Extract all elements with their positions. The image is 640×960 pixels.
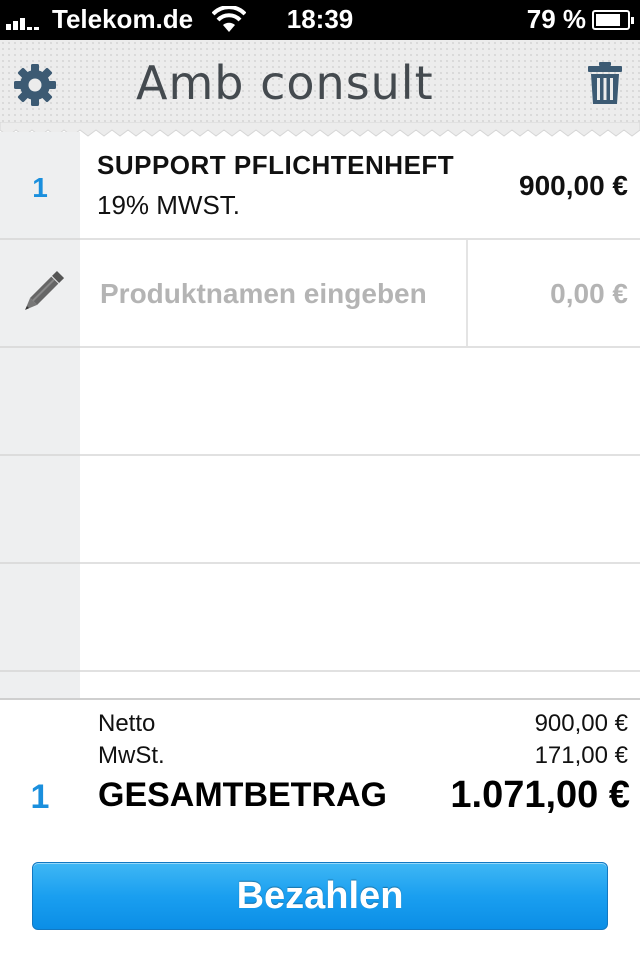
- product-name-input[interactable]: Produktnamen eingeben: [100, 278, 427, 310]
- empty-row: [0, 456, 640, 564]
- gear-icon[interactable]: [12, 62, 58, 108]
- product-price-input[interactable]: 0,00 €: [550, 278, 628, 310]
- empty-row: [0, 564, 640, 672]
- netto-value: 900,00 €: [534, 710, 628, 737]
- product-list: 1 SUPPORT PFLICHTENHEFT 19% MWST. 900,00…: [0, 132, 640, 698]
- total-label: GESAMTBETRAG: [98, 776, 387, 814]
- trash-icon[interactable]: [586, 62, 624, 104]
- battery-fill: [596, 14, 620, 26]
- total-quantity: 1: [30, 778, 50, 816]
- row-divider: [0, 670, 80, 672]
- battery-icon: [592, 10, 634, 30]
- empty-row: [0, 348, 640, 456]
- battery-percentage: 79 %: [526, 4, 586, 34]
- item-tax-rate: 19% MWST.: [97, 190, 241, 220]
- pencil-icon: [25, 270, 64, 310]
- pay-button[interactable]: Bezahlen: [32, 862, 608, 930]
- item-name: SUPPORT PFLICHTENHEFT: [97, 150, 455, 180]
- mwst-label: MwSt.: [98, 742, 165, 769]
- input-divider: [466, 240, 468, 346]
- total-value: 1.071,00 €: [450, 774, 630, 816]
- item-price: 900,00 €: [519, 170, 628, 201]
- totals-panel: Netto 900,00 € MwSt. 171,00 € 1 GESAMTBE…: [0, 698, 640, 960]
- list-item[interactable]: 1 SUPPORT PFLICHTENHEFT 19% MWST. 900,00…: [0, 132, 640, 240]
- item-quantity: 1: [32, 172, 48, 203]
- status-bar: Telekom.de 18:39 79 %: [0, 0, 640, 40]
- netto-label: Netto: [98, 710, 156, 737]
- new-product-row: Produktnamen eingeben 0,00 €: [0, 240, 640, 348]
- page-title: Amb consult: [136, 56, 434, 110]
- mwst-value: 171,00 €: [534, 742, 628, 769]
